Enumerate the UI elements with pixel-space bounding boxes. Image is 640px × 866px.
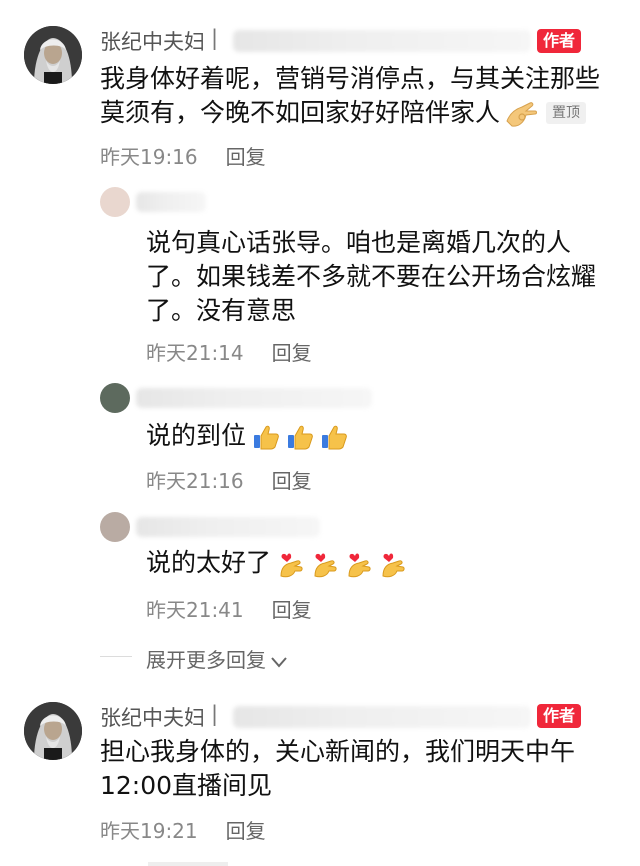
comment-text-line: 担心我身体的，关心新闻的，我们明天中午 [100, 737, 576, 766]
next-item-partial [148, 862, 228, 866]
reply-meta: 昨天21:41 回复 [146, 594, 312, 623]
reply-button[interactable]: 回复 [226, 145, 266, 169]
author-name[interactable]: 张纪中夫妇 [100, 702, 205, 732]
reply-text-line: 说句真心话张导。咱也是离婚几次的人 [146, 228, 572, 257]
thumbs-up-icon [286, 423, 314, 451]
expand-replies-button[interactable]: 展开更多回复 [146, 644, 288, 674]
comment-text-line: 我身体好着呢，营销号消停点，与其关注那些 [100, 64, 601, 93]
finger-heart-icon [311, 550, 339, 578]
author-name[interactable]: 张纪中夫妇 [100, 26, 205, 56]
reply-avatar[interactable] [100, 383, 130, 413]
reply-button[interactable]: 回复 [272, 598, 312, 622]
ok-hand-icon [504, 99, 538, 129]
finger-heart-icon [379, 550, 407, 578]
reply-button[interactable]: 回复 [272, 469, 312, 493]
comment-text-line: 12:00直播间见 [100, 771, 273, 800]
reply-time: 昨天21:14 [146, 341, 244, 365]
comment-text: 我身体好着呢，营销号消停点，与其关注那些 莫须有，今晚不如回家好好陪伴家人 置顶 [100, 62, 620, 130]
author-badge: 作者 [537, 704, 582, 728]
reply-meta: 昨天21:16 回复 [146, 465, 312, 494]
author-avatar[interactable] [24, 702, 82, 760]
name-separator: | [211, 26, 219, 50]
pinned-badge: 置顶 [546, 102, 587, 124]
reply-text: 说句真心话张导。咱也是离婚几次的人 了。如果钱差不多就不要在公开场合炫耀 了。没… [146, 226, 616, 328]
comment-time: 昨天19:16 [100, 145, 198, 169]
reply-avatar[interactable] [100, 512, 130, 542]
thumbs-up-icon [252, 423, 280, 451]
comment-time: 昨天19:21 [100, 819, 198, 843]
reply-avatar[interactable] [100, 187, 130, 217]
reply-text: 说的到位 [146, 419, 348, 453]
reply-time: 昨天21:41 [146, 598, 244, 622]
blurred-username [136, 517, 320, 537]
reply-text-line: 了。如果钱差不多就不要在公开场合炫耀 [146, 262, 597, 291]
reply-meta: 昨天21:14 回复 [146, 337, 312, 366]
expand-divider [100, 656, 132, 657]
blurred-username [136, 388, 372, 408]
blurred-username [233, 30, 531, 52]
reply-text-line: 说的到位 [146, 421, 247, 450]
comment-text: 担心我身体的，关心新闻的，我们明天中午 12:00直播间见 [100, 735, 620, 803]
chevron-down-icon [270, 650, 288, 674]
finger-heart-icon [345, 550, 373, 578]
expand-replies-label: 展开更多回复 [146, 648, 266, 672]
comment-meta: 昨天19:16 回复 [100, 141, 266, 170]
reply-time: 昨天21:16 [146, 469, 244, 493]
comment-meta: 昨天19:21 回复 [100, 815, 266, 844]
author-badge: 作者 [537, 29, 582, 53]
author-avatar[interactable] [24, 26, 82, 84]
name-separator: | [211, 702, 219, 726]
reply-button[interactable]: 回复 [272, 341, 312, 365]
thumbs-up-icon [320, 423, 348, 451]
reply-button[interactable]: 回复 [226, 819, 266, 843]
finger-heart-icon [277, 550, 305, 578]
blurred-username [233, 706, 531, 728]
reply-text: 说的太好了 [146, 546, 407, 580]
reply-text-line: 说的太好了 [146, 548, 272, 577]
reply-text-line: 了。没有意思 [146, 296, 297, 325]
comment-text-line: 莫须有，今晚不如回家好好陪伴家人 [100, 98, 501, 127]
blurred-username [136, 192, 206, 212]
